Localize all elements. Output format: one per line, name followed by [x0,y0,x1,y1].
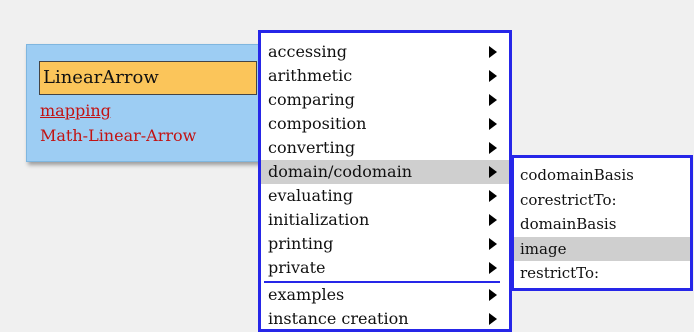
menu-item-examples[interactable]: examples [261,283,509,307]
submenu-arrow-icon [489,190,497,202]
class-browser-panel: LinearArrow mapping Math-Linear-Arrow [26,44,268,162]
submenu-item-restrictto[interactable]: restrictTo: [514,261,690,286]
submenu-arrow-icon [489,289,497,301]
category-link[interactable]: mapping [40,101,111,120]
submenu-item-label: domainBasis [520,215,617,233]
menu-item-label: initialization [268,210,370,229]
menu-item-private[interactable]: private [261,256,509,280]
menu-item-label: arithmetic [268,66,353,85]
submenu-arrow-icon [489,313,497,325]
menu-item-domain-codomain[interactable]: domain/codomain [261,160,509,184]
submenu-item-codomainbasis[interactable]: codomainBasis [514,163,690,188]
submenu-arrow-icon [489,166,497,178]
menu-item-label: examples [268,285,345,304]
menu-item-comparing[interactable]: comparing [261,88,509,112]
menu-item-label: evaluating [268,186,354,205]
submenu-item-label: restrictTo: [520,264,600,282]
menu-item-label: private [268,258,326,277]
menu-item-evaluating[interactable]: evaluating [261,184,509,208]
menu-item-label: accessing [268,42,348,61]
menu-item-composition[interactable]: composition [261,112,509,136]
submenu-item-label: image [520,239,567,258]
submenu-arrow-icon [489,46,497,58]
menu-item-label: instance creation [268,309,409,328]
submenu-arrow-icon [489,118,497,130]
submenu-arrow-icon [489,94,497,106]
submenu-item-corestrictto[interactable]: corestrictTo: [514,188,690,213]
submenu-arrow-icon [489,70,497,82]
submenu-arrow-icon [489,142,497,154]
menu-item-label: composition [268,114,367,133]
method-submenu: codomainBasis corestrictTo: domainBasis … [511,155,693,291]
submenu-item-label: codomainBasis [520,166,634,184]
submenu-arrow-icon [489,214,497,226]
submenu-arrow-icon [489,238,497,250]
submenu-arrow-icon [489,262,497,274]
menu-item-arithmetic[interactable]: arithmetic [261,64,509,88]
category-menu: accessing arithmetic comparing compositi… [258,30,512,332]
menu-item-label: converting [268,138,356,157]
menu-item-converting[interactable]: converting [261,136,509,160]
menu-item-initialization[interactable]: initialization [261,208,509,232]
menu-item-instance-creation[interactable]: instance creation [261,307,509,331]
submenu-item-domainbasis[interactable]: domainBasis [514,212,690,237]
menu-item-label: comparing [268,90,355,109]
menu-item-printing[interactable]: printing [261,232,509,256]
menu-item-label: domain/codomain [268,162,412,181]
submenu-item-image[interactable]: image [514,236,690,261]
package-link[interactable]: Math-Linear-Arrow [40,126,196,145]
class-name-field[interactable]: LinearArrow [39,61,257,95]
menu-item-accessing[interactable]: accessing [261,40,509,64]
submenu-item-label: corestrictTo: [520,190,617,209]
menu-item-label: printing [268,234,334,253]
